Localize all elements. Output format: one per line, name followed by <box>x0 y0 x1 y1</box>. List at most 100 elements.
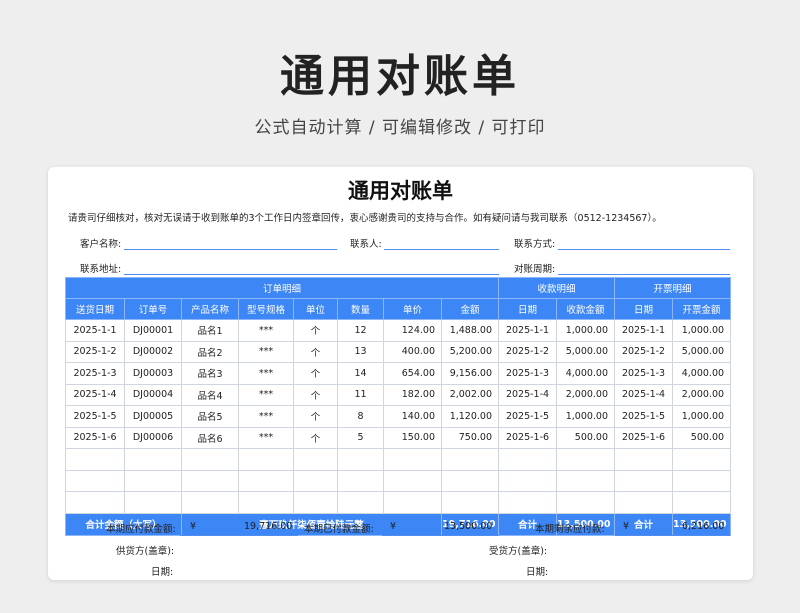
cell-receipt-amount[interactable]: 4,000.00 <box>556 362 616 385</box>
cell-receipt-amount[interactable]: 1,000.00 <box>556 319 616 342</box>
payable-value: 19,716.00 <box>244 521 293 532</box>
col-amount: 金额 <box>440 298 500 320</box>
cell-invoice-date[interactable]: 2025-1-3 <box>614 362 674 385</box>
cell-receipt-date[interactable]: 2025-1-2 <box>498 340 558 363</box>
cell-invoice-amount[interactable]: 500.00 <box>672 426 732 449</box>
cell-unit[interactable]: 个 <box>293 362 338 385</box>
cell-unit[interactable]: 个 <box>293 340 338 363</box>
cell-date[interactable]: 2025-1-3 <box>65 362 125 385</box>
cell-receipt-amount[interactable]: 5,000.00 <box>556 340 616 363</box>
paid-currency: ¥ <box>390 521 397 532</box>
contact-method-input[interactable] <box>558 249 730 250</box>
cell-qty[interactable]: 14 <box>337 362 384 385</box>
cell-price[interactable]: 140.00 <box>383 405 442 428</box>
paid-label: 本期已付款金额: <box>304 524 374 535</box>
section-invoice: 开票明细 <box>614 277 732 299</box>
table-row: 2025-1-2 DJ00002 品名2 *** 个 13 400.00 5,2… <box>65 340 732 363</box>
cell-price[interactable]: 124.00 <box>383 319 442 342</box>
col-unit: 单位 <box>293 298 338 320</box>
cell-amount[interactable]: 1,488.00 <box>440 319 500 342</box>
cell-qty[interactable]: 11 <box>337 383 384 406</box>
remaining-currency: ¥ <box>623 521 630 532</box>
cell-invoice-amount[interactable]: 2,000.00 <box>672 383 732 406</box>
cell-order[interactable]: DJ00003 <box>124 362 182 385</box>
cell-qty[interactable]: 5 <box>337 426 384 449</box>
cell-receipt-amount[interactable]: 2,000.00 <box>556 383 616 406</box>
cell-qty[interactable]: 13 <box>337 340 384 363</box>
cell-spec[interactable]: *** <box>238 362 294 385</box>
cell-product[interactable]: 品名5 <box>181 405 239 428</box>
statement-card: 通用对账单 请贵司仔细核对，核对无误请于收到账单的3个工作日内签章回传，衷心感谢… <box>48 167 753 580</box>
paid-value: 13,500.00 <box>444 521 493 532</box>
cell-order[interactable]: DJ00006 <box>124 426 182 449</box>
contact-method-label: 联系方式: <box>514 239 556 250</box>
cell-order[interactable]: DJ00005 <box>124 405 182 428</box>
cell-invoice-amount[interactable]: 1,000.00 <box>672 405 732 428</box>
cell-unit[interactable]: 个 <box>293 405 338 428</box>
cell-receipt-date[interactable]: 2025-1-4 <box>498 383 558 406</box>
cell-receipt-amount[interactable]: 1,000.00 <box>556 405 616 428</box>
cell-order[interactable]: DJ00004 <box>124 383 182 406</box>
cell-spec[interactable]: *** <box>238 426 294 449</box>
cell-date[interactable]: 2025-1-4 <box>65 383 125 406</box>
cell-price[interactable]: 150.00 <box>383 426 442 449</box>
cell-receipt-date[interactable]: 2025-1-5 <box>498 405 558 428</box>
cell-product[interactable]: 品名1 <box>181 319 239 342</box>
col-receipt-amount: 收款金额 <box>556 298 616 320</box>
cell-order[interactable]: DJ00002 <box>124 340 182 363</box>
cell-date[interactable]: 2025-1-2 <box>65 340 125 363</box>
cell-receipt-date[interactable]: 2025-1-6 <box>498 426 558 449</box>
cell-unit[interactable]: 个 <box>293 426 338 449</box>
cell-date[interactable]: 2025-1-1 <box>65 319 125 342</box>
cell-price[interactable]: 654.00 <box>383 362 442 385</box>
statement-intro: 请贵司仔细核对，核对无误请于收到账单的3个工作日内签章回传，衷心感谢贵司的支持与… <box>68 213 662 224</box>
cell-product[interactable]: 品名6 <box>181 426 239 449</box>
cell-amount[interactable]: 5,200.00 <box>440 340 500 363</box>
cell-amount[interactable]: 1,120.00 <box>440 405 500 428</box>
table-row: 2025-1-4 DJ00004 品名4 *** 个 11 182.00 2,0… <box>65 383 732 406</box>
remaining-field[interactable] <box>615 535 730 536</box>
cell-amount[interactable]: 2,002.00 <box>440 383 500 406</box>
cell-invoice-amount[interactable]: 5,000.00 <box>672 340 732 363</box>
cell-price[interactable]: 182.00 <box>383 383 442 406</box>
supplier-label: 供货方(盖章): <box>116 546 175 557</box>
cell-order[interactable]: DJ00001 <box>124 319 182 342</box>
cell-date[interactable]: 2025-1-6 <box>65 426 125 449</box>
paid-field[interactable] <box>382 535 499 536</box>
cell-qty[interactable]: 8 <box>337 405 384 428</box>
cell-amount[interactable]: 750.00 <box>440 426 500 449</box>
cell-qty[interactable]: 12 <box>337 319 384 342</box>
cell-invoice-amount[interactable]: 4,000.00 <box>672 362 732 385</box>
cell-receipt-date[interactable]: 2025-1-1 <box>498 319 558 342</box>
contact-input[interactable] <box>384 249 499 250</box>
cell-product[interactable]: 品名4 <box>181 383 239 406</box>
cell-price[interactable]: 400.00 <box>383 340 442 363</box>
cell-product[interactable]: 品名3 <box>181 362 239 385</box>
cell-invoice-date[interactable]: 2025-1-1 <box>614 319 674 342</box>
cell-unit[interactable]: 个 <box>293 383 338 406</box>
period-input[interactable] <box>558 274 730 275</box>
cell-product[interactable]: 品名2 <box>181 340 239 363</box>
cell-invoice-date[interactable]: 2025-1-6 <box>614 426 674 449</box>
cell-invoice-date[interactable]: 2025-1-4 <box>614 383 674 406</box>
col-spec: 型号规格 <box>238 298 294 320</box>
cell-invoice-date[interactable]: 2025-1-5 <box>614 405 674 428</box>
cell-amount[interactable]: 9,156.00 <box>440 362 500 385</box>
customer-input[interactable] <box>124 249 337 250</box>
receiver-date-label: 日期: <box>526 567 549 578</box>
cell-spec[interactable]: *** <box>238 319 294 342</box>
cell-invoice-amount[interactable]: 1,000.00 <box>672 319 732 342</box>
address-input[interactable] <box>124 274 499 275</box>
cell-spec[interactable]: *** <box>238 405 294 428</box>
cell-spec[interactable]: *** <box>238 383 294 406</box>
statement-title: 通用对账单 <box>348 179 453 203</box>
cell-date[interactable]: 2025-1-5 <box>65 405 125 428</box>
cell-receipt-amount[interactable]: 500.00 <box>556 426 616 449</box>
payable-currency: ¥ <box>190 521 197 532</box>
col-order-no: 订单号 <box>124 298 182 320</box>
cell-unit[interactable]: 个 <box>293 319 338 342</box>
cell-receipt-date[interactable]: 2025-1-3 <box>498 362 558 385</box>
payable-field[interactable] <box>180 535 298 536</box>
cell-invoice-date[interactable]: 2025-1-2 <box>614 340 674 363</box>
cell-spec[interactable]: *** <box>238 340 294 363</box>
